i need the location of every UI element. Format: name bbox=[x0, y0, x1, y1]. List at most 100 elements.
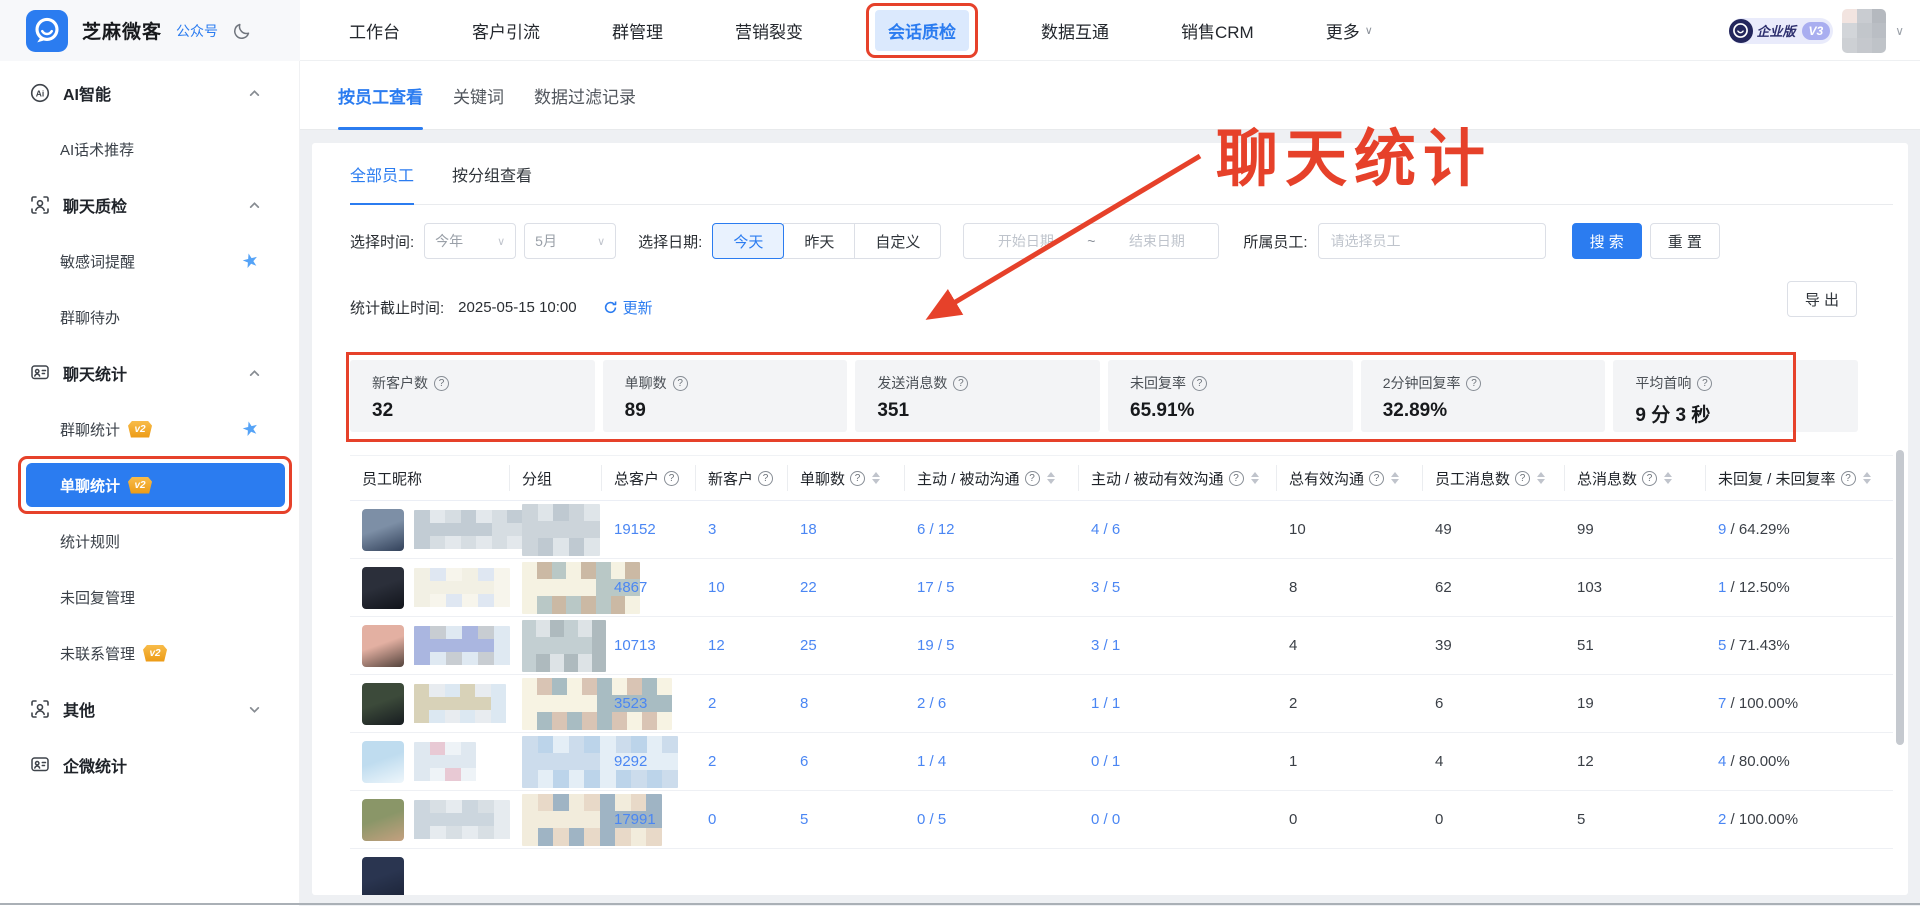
sidebar-item-未联系管理[interactable]: 未联系管理v2 bbox=[0, 625, 299, 681]
sort-carets-icon[interactable] bbox=[1863, 472, 1871, 484]
question-circle-icon[interactable]: ? bbox=[1515, 471, 1530, 486]
value-cell[interactable]: 10 bbox=[696, 559, 788, 617]
nav-item-7[interactable]: 销售CRM bbox=[1181, 18, 1254, 43]
value-cell[interactable]: 12 bbox=[696, 617, 788, 675]
employee-name-cell[interactable] bbox=[350, 617, 510, 675]
sidebar-item-未回复管理[interactable]: 未回复管理 bbox=[0, 569, 299, 625]
col-header-新客户[interactable]: 新客户? bbox=[696, 456, 788, 501]
col-header-主动 / 被动沟通[interactable]: 主动 / 被动沟通? bbox=[905, 456, 1079, 501]
value-cell[interactable]: 8 bbox=[788, 675, 905, 733]
tab-按员工查看[interactable]: 按员工查看 bbox=[338, 61, 423, 130]
sidebar-group-AI智能[interactable]: AiAI智能 bbox=[0, 65, 299, 121]
value-cell[interactable]: 6 / 12 bbox=[905, 501, 1079, 559]
value-cell[interactable]: 3 bbox=[696, 501, 788, 559]
question-circle-icon[interactable]: ? bbox=[758, 471, 773, 486]
value-cell[interactable]: 2 / 6 bbox=[905, 675, 1079, 733]
value-cell[interactable]: 18 bbox=[788, 501, 905, 559]
date-button-昨天[interactable]: 昨天 bbox=[783, 223, 855, 259]
value-cell[interactable]: 0 / 1 bbox=[1079, 733, 1277, 791]
sort-carets-icon[interactable] bbox=[872, 472, 880, 484]
nav-item-1[interactable]: 工作台 bbox=[349, 18, 400, 43]
refresh-link[interactable]: 更新 bbox=[603, 297, 653, 318]
sort-carets-icon[interactable] bbox=[1664, 472, 1672, 484]
question-circle-icon[interactable]: ? bbox=[953, 376, 968, 391]
chevron-up-icon[interactable] bbox=[248, 367, 261, 380]
question-circle-icon[interactable]: ? bbox=[1025, 471, 1040, 486]
col-header-分组[interactable]: 分组 bbox=[510, 456, 602, 501]
value-cell[interactable]: 2 bbox=[696, 733, 788, 791]
sort-carets-icon[interactable] bbox=[1047, 472, 1055, 484]
value-cell[interactable]: 19152 bbox=[602, 501, 696, 559]
reset-button[interactable]: 重 置 bbox=[1650, 223, 1720, 259]
date-button-自定义[interactable]: 自定义 bbox=[854, 223, 941, 259]
value-cell[interactable]: 0 / 0 bbox=[1079, 791, 1277, 849]
sidebar-item-统计规则[interactable]: 统计规则 bbox=[0, 513, 299, 569]
dark-mode-moon-icon[interactable] bbox=[232, 21, 252, 41]
question-circle-icon[interactable]: ? bbox=[1697, 376, 1712, 391]
col-header-单聊数[interactable]: 单聊数? bbox=[788, 456, 905, 501]
sidebar-item-AI话术推荐[interactable]: AI话术推荐 bbox=[0, 121, 299, 177]
tab-数据过滤记录[interactable]: 数据过滤记录 bbox=[534, 61, 636, 130]
col-header-未回复 / 未回复率[interactable]: 未回复 / 未回复率? bbox=[1706, 456, 1893, 501]
col-header-总有效沟通[interactable]: 总有效沟通? bbox=[1277, 456, 1423, 501]
staff-select-input[interactable] bbox=[1318, 223, 1546, 259]
sort-carets-icon[interactable] bbox=[1537, 472, 1545, 484]
question-circle-icon[interactable]: ? bbox=[1466, 376, 1481, 391]
question-circle-icon[interactable]: ? bbox=[1642, 471, 1657, 486]
value-cell[interactable]: 1 / 4 bbox=[905, 733, 1079, 791]
question-circle-icon[interactable]: ? bbox=[1229, 471, 1244, 486]
value-cell[interactable]: 3 / 1 bbox=[1079, 617, 1277, 675]
chevron-down-icon[interactable] bbox=[248, 703, 261, 716]
question-circle-icon[interactable]: ? bbox=[1369, 471, 1384, 486]
employee-name-cell[interactable] bbox=[350, 559, 510, 617]
value-cell[interactable]: 1 / 1 bbox=[1079, 675, 1277, 733]
tab-关键词[interactable]: 关键词 bbox=[453, 61, 504, 130]
sidebar-item-群聊统计[interactable]: 群聊统计v2★ bbox=[0, 401, 299, 457]
question-circle-icon[interactable]: ? bbox=[673, 376, 688, 391]
search-button[interactable]: 搜 索 bbox=[1572, 223, 1642, 259]
date-button-今天[interactable]: 今天 bbox=[712, 223, 784, 259]
employee-name-cell[interactable] bbox=[350, 501, 510, 559]
value-cell[interactable]: 25 bbox=[788, 617, 905, 675]
subtab-按分组查看[interactable]: 按分组查看 bbox=[452, 143, 532, 205]
official-account-link[interactable]: 公众号 bbox=[176, 21, 218, 41]
nav-item-3[interactable]: 群管理 bbox=[612, 18, 663, 43]
subtab-全部员工[interactable]: 全部员工 bbox=[350, 143, 414, 205]
value-cell[interactable]: 0 / 5 bbox=[905, 791, 1079, 849]
nav-item-8[interactable]: 更多∨ bbox=[1326, 18, 1373, 43]
sidebar-group-聊天质检[interactable]: 聊天质检 bbox=[0, 177, 299, 233]
employee-name-cell[interactable] bbox=[350, 733, 510, 791]
col-header-主动 / 被动有效沟通[interactable]: 主动 / 被动有效沟通? bbox=[1079, 456, 1277, 501]
value-cell[interactable]: 6 bbox=[788, 733, 905, 791]
sort-carets-icon[interactable] bbox=[1391, 472, 1399, 484]
sidebar-item-群聊待办[interactable]: 群聊待办 bbox=[0, 289, 299, 345]
value-cell[interactable]: 17 / 5 bbox=[905, 559, 1079, 617]
nav-item-4[interactable]: 营销裂变 bbox=[735, 18, 803, 43]
employee-name-cell[interactable] bbox=[350, 849, 510, 896]
question-circle-icon[interactable]: ? bbox=[1841, 471, 1856, 486]
value-cell[interactable]: 4 / 6 bbox=[1079, 501, 1277, 559]
date-range-picker[interactable]: 开始日期 ~ 结束日期 bbox=[963, 223, 1219, 259]
nav-item-6[interactable]: 数据互通 bbox=[1041, 18, 1109, 43]
value-cell[interactable]: 19 / 5 bbox=[905, 617, 1079, 675]
sidebar-group-其他[interactable]: 其他 bbox=[0, 681, 299, 737]
employee-name-cell[interactable] bbox=[350, 675, 510, 733]
user-menu-chevron-down-icon[interactable]: ∨ bbox=[1895, 24, 1904, 38]
question-circle-icon[interactable]: ? bbox=[434, 376, 449, 391]
col-header-员工昵称[interactable]: 员工昵称 bbox=[350, 456, 510, 501]
chevron-up-icon[interactable] bbox=[248, 87, 261, 100]
col-header-总消息数[interactable]: 总消息数? bbox=[1565, 456, 1706, 501]
value-cell[interactable]: 2 bbox=[696, 675, 788, 733]
sidebar-item-敏感词提醒[interactable]: 敏感词提醒★ bbox=[0, 233, 299, 289]
sidebar-item-单聊统计[interactable]: 单聊统计v2 bbox=[0, 457, 299, 513]
user-avatar[interactable] bbox=[1842, 9, 1886, 53]
sidebar-group-企微统计[interactable]: 企微统计 bbox=[0, 737, 299, 793]
nav-item-2[interactable]: 客户引流 bbox=[472, 18, 540, 43]
col-header-员工消息数[interactable]: 员工消息数? bbox=[1423, 456, 1565, 501]
vertical-scrollbar-thumb[interactable] bbox=[1896, 450, 1904, 745]
value-cell[interactable]: 5 bbox=[788, 791, 905, 849]
nav-item-5[interactable]: 会话质检 bbox=[875, 10, 969, 51]
value-cell[interactable]: 3 / 5 bbox=[1079, 559, 1277, 617]
question-circle-icon[interactable]: ? bbox=[850, 471, 865, 486]
chevron-up-icon[interactable] bbox=[248, 199, 261, 212]
